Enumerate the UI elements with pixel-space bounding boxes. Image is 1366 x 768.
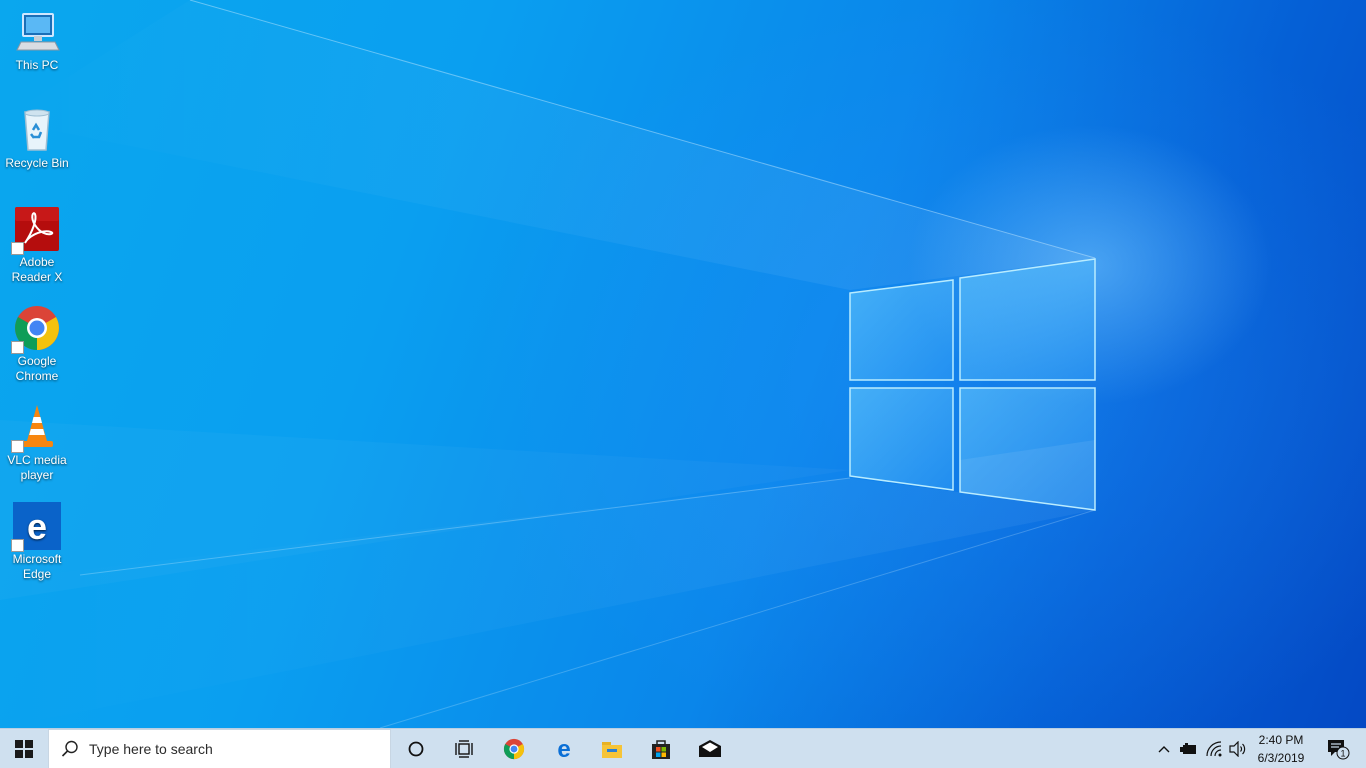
desktop-icon-adobe-reader[interactable]: Adobe Reader X [3,205,71,285]
volume-button[interactable] [1226,729,1250,768]
shortcut-arrow-icon [11,539,24,552]
desktop-wallpaper: This PC Recycle Bin Adobe Reader X Googl… [0,0,1366,728]
taskbar-file-explorer-button[interactable] [588,729,636,768]
shortcut-arrow-icon [11,242,24,255]
desktop-icon-label-line: Google [17,354,57,368]
chevron-up-icon [1158,746,1170,753]
taskbar-mail-button[interactable] [686,729,734,768]
windows-logo-wallpaper [0,0,1096,728]
task-view-icon [455,740,473,758]
start-button[interactable] [0,729,48,768]
desktop-icon-label: This PC [15,58,59,72]
desktop-icon-label-line: Edge [22,567,52,581]
taskbar: Type here to search e 2:40 PM 6/3/2019 1 [0,728,1366,768]
edge-icon: e [11,502,61,552]
desktop-icon-label-line: player [20,468,54,482]
desktop-icon-this-pc[interactable]: This PC [3,8,71,73]
show-hidden-icons-button[interactable] [1152,729,1176,768]
desktop-icon-label-line: Microsoft [12,552,62,566]
desktop-icon-label: Recycle Bin [5,156,69,170]
svg-text:e: e [557,738,570,760]
wifi-icon [1206,741,1222,757]
speaker-icon [1229,741,1246,757]
notification-icon: 1 [1328,740,1350,760]
search-box[interactable]: Type here to search [48,729,391,768]
vlc-cone-icon [11,403,61,453]
desktop-icon-google-chrome[interactable]: Google Chrome [3,304,71,384]
mail-icon [699,740,721,757]
desktop-icon-label-line: Chrome [15,369,59,383]
desktop-icon-label-line: VLC media [7,453,67,467]
taskbar-chrome-button[interactable] [490,729,538,768]
recycle-bin-icon [13,106,61,154]
desktop-icon-label-line: Adobe [19,255,55,269]
desktop-icon-vlc[interactable]: VLC media player [3,403,71,483]
chrome-icon [503,738,525,760]
taskbar-edge-button[interactable]: e [540,729,588,768]
cortana-button[interactable] [392,729,440,768]
notification-count: 1 [1340,749,1345,759]
edge-icon: e [557,738,570,760]
clock-date: 6/3/2019 [1257,751,1305,765]
search-placeholder: Type here to search [89,741,213,757]
file-explorer-icon [602,742,622,758]
windows-start-icon [15,740,33,758]
shortcut-arrow-icon [11,341,24,354]
taskbar-store-button[interactable] [637,729,685,768]
desktop-icon-recycle-bin[interactable]: Recycle Bin [3,106,71,171]
shortcut-arrow-icon [11,440,24,453]
cortana-icon [408,741,424,757]
task-view-button[interactable] [440,729,488,768]
action-center-button[interactable]: 1 [1318,729,1358,768]
network-button[interactable] [1202,729,1226,768]
svg-text:e: e [27,506,47,547]
battery-icon [1180,743,1196,754]
desktop-icon-label-line: Reader X [11,270,63,284]
search-icon [61,740,78,757]
battery-button[interactable] [1177,729,1201,768]
clock-time: 2:40 PM [1258,733,1304,747]
store-icon [652,740,670,759]
desktop-icon-edge[interactable]: e Microsoft Edge [3,502,71,582]
computer-icon [13,8,61,56]
taskbar-clock[interactable]: 2:40 PM 6/3/2019 [1249,731,1313,767]
chrome-icon [11,304,61,354]
adobe-reader-icon [11,205,61,255]
